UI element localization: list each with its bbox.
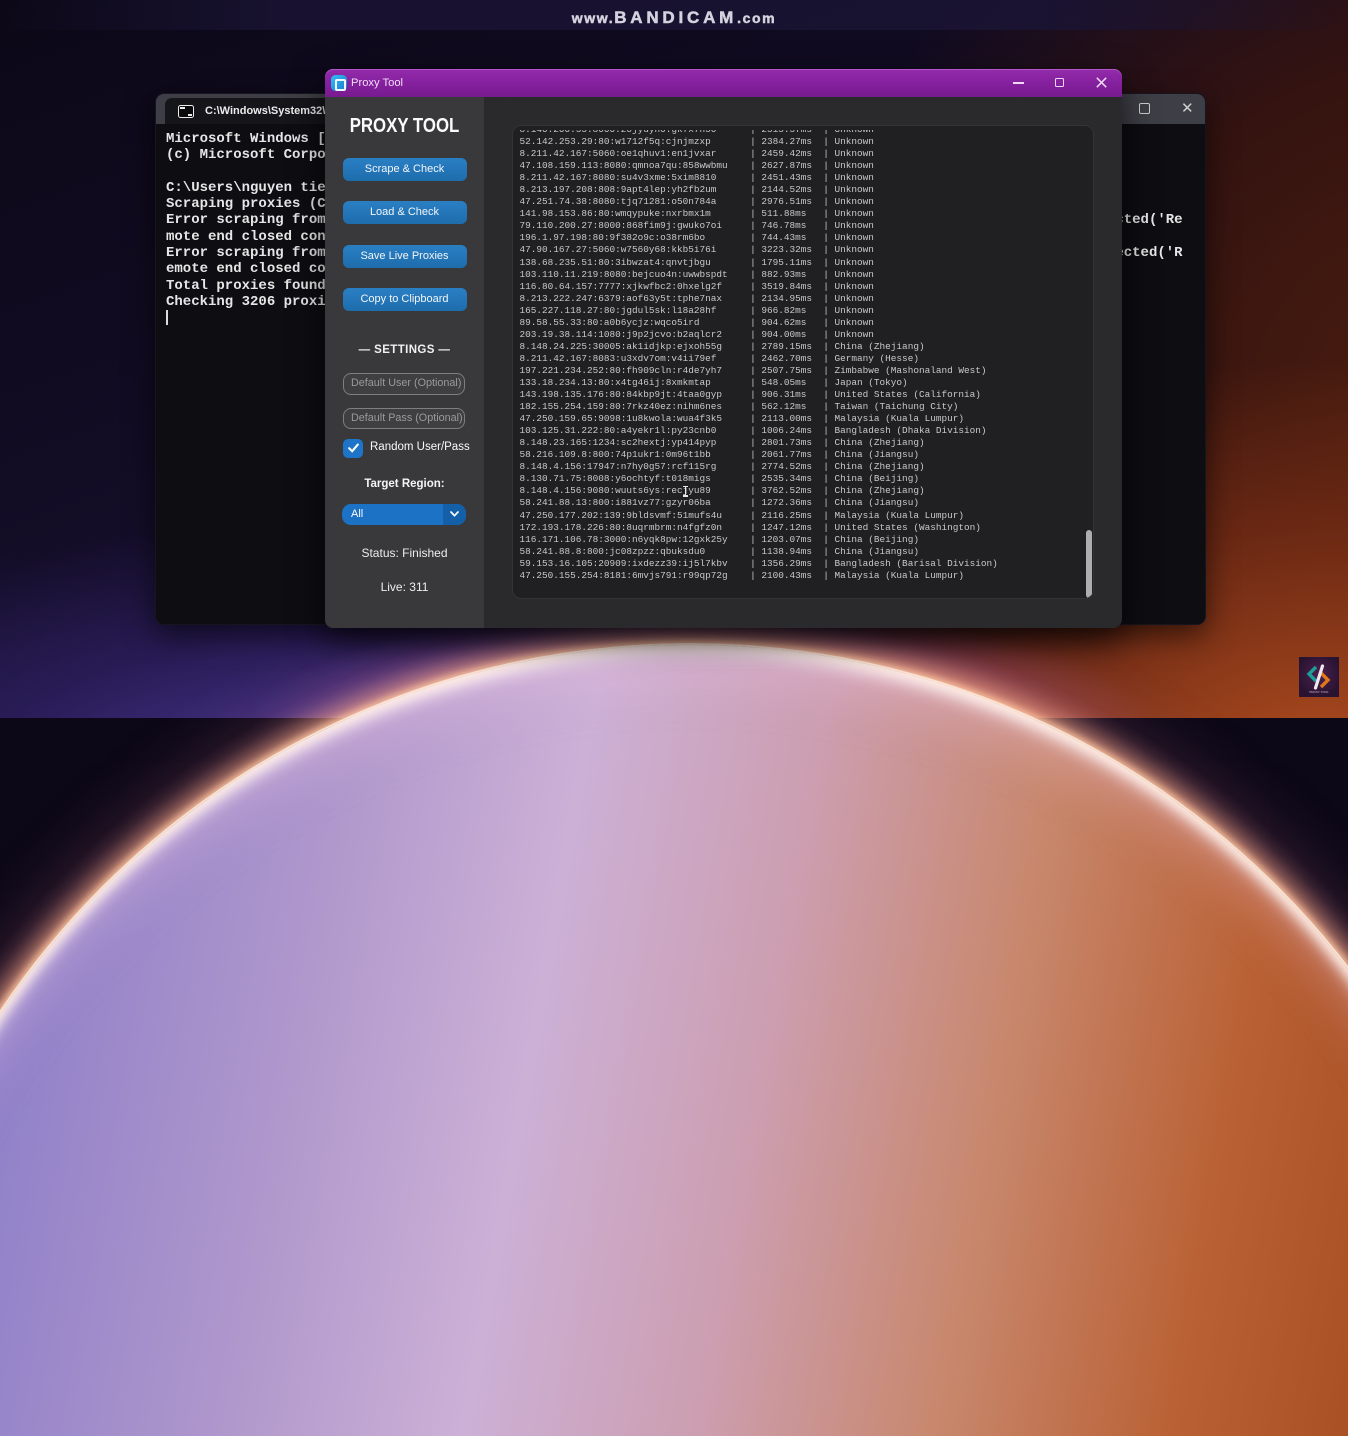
svg-text:PROXY TOOL: PROXY TOOL	[1309, 690, 1329, 694]
